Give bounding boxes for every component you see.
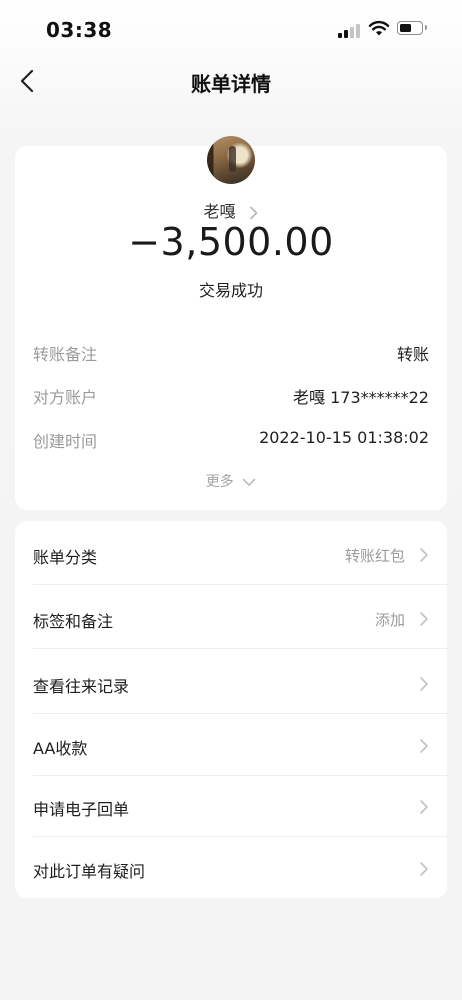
detail-label: 转账备注 [33,345,98,364]
detail-label: 创建时间 [33,432,98,451]
menu-item-label: 标签和备注 [33,612,114,631]
chevron-right-icon [420,800,428,814]
cellular-signal-icon [338,22,362,38]
menu-item-label: 查看往来记录 [33,677,130,696]
chevron-right-icon [420,548,428,562]
menu-item-label: AA收款 [33,739,88,758]
transaction-amount: −3,500.00 [128,220,334,264]
detail-row-remark: 转账备注 转账 [33,341,429,365]
menu-item-order-question[interactable]: 对此订单有疑问 [15,837,447,899]
detail-row-account: 对方账户 老嘎 173******22 [33,384,429,408]
menu-item-history[interactable]: 查看往来记录 [15,652,447,714]
detail-row-created-time: 创建时间 2022-10-15 01:38:02 [33,428,429,452]
actions-menu-card: 账单分类 转账红包 标签和备注 添加 查看往来记录 AA收款 申请电子回单 对此… [15,521,447,898]
avatar[interactable] [207,136,255,184]
menu-item-aa-collect[interactable]: AA收款 [15,714,447,776]
nav-bar: 账单详情 [0,56,462,108]
status-bar: 03:38 [0,0,462,60]
transaction-status: 交易成功 [198,281,263,300]
chevron-down-icon [242,478,256,486]
wifi-icon [368,20,390,36]
detail-value: 老嘎 173******22 [293,388,429,407]
menu-item-tags-notes[interactable]: 标签和备注 添加 [15,587,447,649]
menu-item-e-receipt[interactable]: 申请电子回单 [15,775,447,837]
more-button[interactable]: 更多 [15,471,447,491]
transaction-summary-card: 老嘎 −3,500.00 交易成功 转账备注 转账 对方账户 老嘎 173***… [15,136,447,510]
chevron-right-icon [420,612,428,626]
more-label: 更多 [205,474,234,490]
chevron-right-icon [420,862,428,876]
detail-value: 2022-10-15 01:38:02 [259,428,429,447]
chevron-right-icon [249,206,257,219]
menu-item-value: 转账红包 [344,547,405,565]
page-title: 账单详情 [191,72,271,96]
status-time: 03:38 [46,18,113,42]
chevron-right-icon [420,739,428,753]
chevron-right-icon [420,677,428,691]
detail-label: 对方账户 [33,388,98,407]
divider [33,648,447,649]
payee-name: 老嘎 [203,202,236,221]
divider [33,584,447,585]
menu-item-label: 账单分类 [33,548,98,567]
detail-value: 转账 [396,345,429,364]
payee-row[interactable]: 老嘎 [15,198,447,222]
menu-item-value: 添加 [374,611,405,629]
menu-item-label: 申请电子回单 [33,800,130,819]
battery-icon [397,21,427,35]
menu-item-bill-category[interactable]: 账单分类 转账红包 [15,523,447,585]
menu-item-label: 对此订单有疑问 [33,862,146,881]
